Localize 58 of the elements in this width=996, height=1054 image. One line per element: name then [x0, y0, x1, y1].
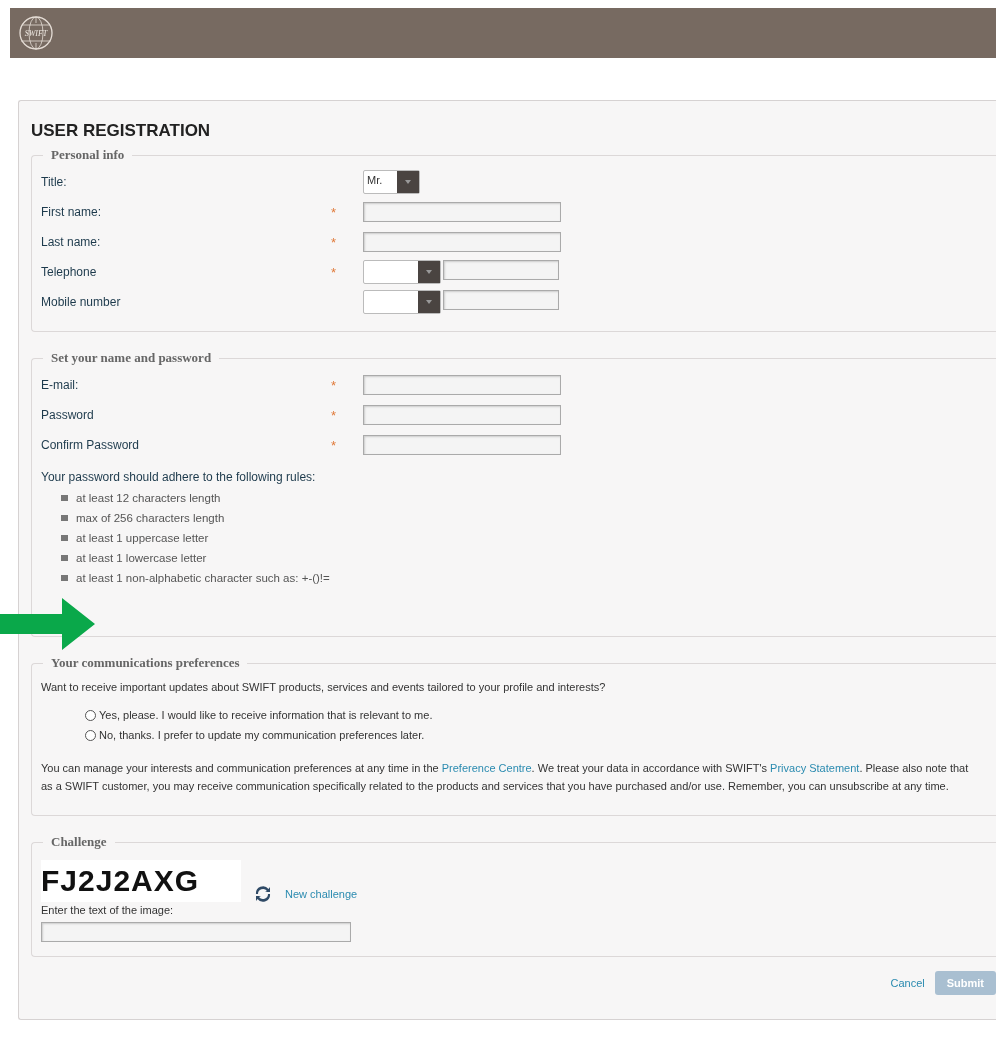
rules-intro: Your password should adhere to the following rules: [41, 470, 317, 484]
field-label: Telephone [41, 265, 98, 279]
required-mark: * [331, 407, 337, 423]
caret-icon [426, 270, 432, 274]
required-mark: * [331, 264, 337, 280]
country-code-dropdown[interactable] [363, 260, 441, 284]
bullet-icon [61, 495, 68, 501]
title-dropdown[interactable]: Mr. [363, 170, 420, 194]
input-field[interactable] [363, 202, 561, 222]
section-title: Challenge [50, 834, 108, 850]
bullet-icon [61, 515, 68, 521]
phone-field[interactable] [443, 290, 559, 310]
captcha-text: FJ2J2AXG [41, 860, 241, 902]
input-field[interactable] [363, 435, 561, 455]
field-label: Last name: [41, 235, 102, 249]
option-label: Yes, please. I would like to receive information that is relevant to me. [99, 709, 433, 721]
bullet-icon [61, 555, 68, 561]
caret-icon [405, 180, 411, 184]
logo-icon: SWIFT [18, 15, 54, 51]
text-link[interactable]: Preference Centre [441, 762, 532, 774]
rule-text: at least 12 characters length [76, 492, 221, 504]
option-label: No, thanks. I prefer to update my communication preferences later. [99, 729, 425, 741]
radio-button[interactable] [85, 729, 96, 741]
captcha-field[interactable] [41, 922, 351, 942]
caret-icon [426, 300, 432, 304]
field-label: E-mail: [41, 378, 80, 392]
rule-text: at least 1 uppercase letter [76, 532, 209, 544]
bullet-icon [61, 575, 68, 581]
arrow-icon [0, 598, 95, 650]
section-title: Your communications preferences [50, 655, 241, 671]
field-label: Mobile number [41, 295, 122, 309]
required-mark: * [331, 437, 337, 453]
refresh-icon[interactable] [255, 886, 271, 902]
phone-field[interactable] [443, 260, 559, 280]
rule-text: max of 256 characters length [76, 512, 225, 524]
radio-button[interactable] [85, 709, 96, 721]
field-label: Password [41, 408, 95, 422]
cancel-link[interactable]: Cancel [890, 977, 925, 989]
rule-text: at least 1 non-alphabetic character such as: +-()!= [76, 572, 330, 584]
question-text: Want to receive important updates about SWIFT products, services and events tailored to your profile and interests? [41, 681, 607, 693]
country-code-dropdown[interactable] [363, 290, 441, 314]
page-title: USER REGISTRATION [31, 121, 212, 141]
field-label: First name: [41, 205, 102, 219]
bullet-icon [61, 535, 68, 541]
field-label: Confirm Password [41, 438, 141, 452]
rule-text: at least 1 lowercase letter [76, 552, 207, 564]
section-title: Personal info [50, 147, 126, 163]
required-mark: * [331, 204, 337, 220]
new-challenge-link[interactable]: New challenge [285, 888, 358, 900]
section-title: Set your name and password [50, 350, 213, 366]
required-mark: * [331, 377, 337, 393]
notice-paragraph: You can manage your interests and communication preferences at any time in the Preference Centre. We treat your data in accordance with SWIFT's Privacy Statement. Please also note that as a SWIFT customer, you may receive communication specifically related to the products and services that you have purchased and/or use. Remember, you can unsubscribe at any time. [41, 761, 970, 794]
input-field[interactable] [363, 375, 561, 395]
captcha-prompt: Enter the text of the image: [41, 904, 175, 916]
field-label: Title: [41, 175, 68, 189]
input-field[interactable] [363, 232, 561, 252]
input-field[interactable] [363, 405, 561, 425]
required-mark: * [331, 234, 337, 250]
